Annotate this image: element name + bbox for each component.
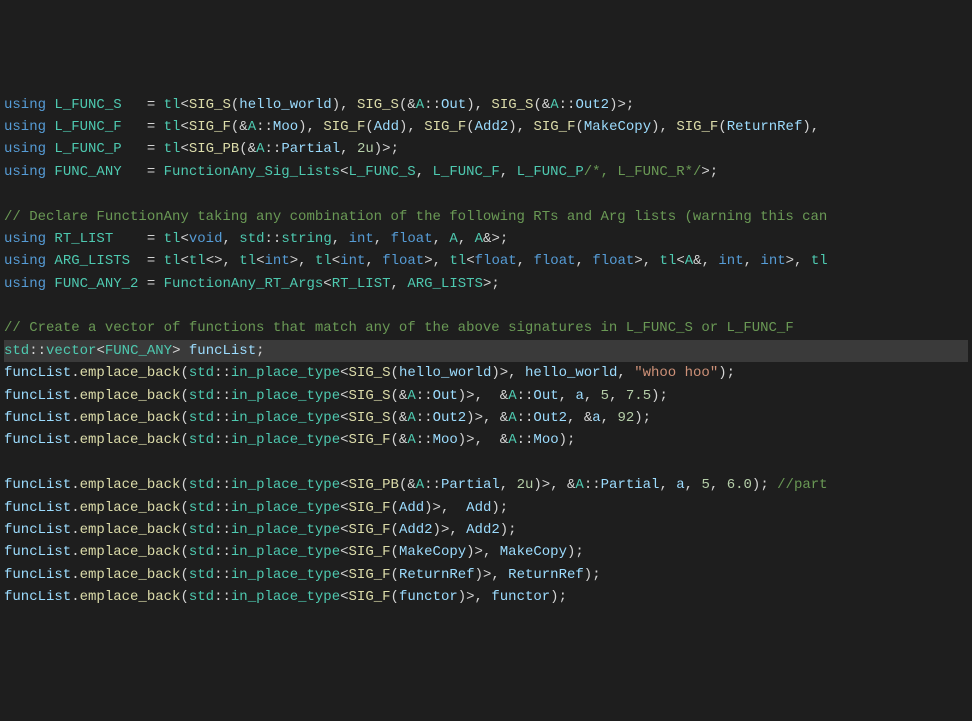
- code-line[interactable]: std::vector<FUNC_ANY> funcList;: [4, 340, 968, 362]
- code-line[interactable]: using L_FUNC_F = tl<SIG_F(&A::Moo), SIG_…: [4, 116, 968, 138]
- code-line[interactable]: [4, 452, 968, 474]
- code-line[interactable]: [4, 295, 968, 317]
- code-line[interactable]: funcList.emplace_back(std::in_place_type…: [4, 564, 968, 586]
- code-line[interactable]: funcList.emplace_back(std::in_place_type…: [4, 541, 968, 563]
- code-line[interactable]: // Declare FunctionAny taking any combin…: [4, 206, 968, 228]
- code-line[interactable]: funcList.emplace_back(std::in_place_type…: [4, 407, 968, 429]
- code-line[interactable]: [4, 183, 968, 205]
- code-line[interactable]: funcList.emplace_back(std::in_place_type…: [4, 362, 968, 384]
- code-line[interactable]: // Create a vector of functions that mat…: [4, 317, 968, 339]
- code-line[interactable]: using ARG_LISTS = tl<tl<>, tl<int>, tl<i…: [4, 250, 968, 272]
- code-line[interactable]: using L_FUNC_P = tl<SIG_PB(&A::Partial, …: [4, 138, 968, 160]
- code-line[interactable]: using L_FUNC_S = tl<SIG_S(hello_world), …: [4, 94, 968, 116]
- code-editor[interactable]: using L_FUNC_S = tl<SIG_S(hello_world), …: [4, 94, 968, 609]
- code-line[interactable]: funcList.emplace_back(std::in_place_type…: [4, 474, 968, 496]
- code-line[interactable]: using RT_LIST = tl<void, std::string, in…: [4, 228, 968, 250]
- code-line[interactable]: using FUNC_ANY_2 = FunctionAny_RT_Args<R…: [4, 273, 968, 295]
- code-line[interactable]: funcList.emplace_back(std::in_place_type…: [4, 586, 968, 608]
- code-line[interactable]: using FUNC_ANY = FunctionAny_Sig_Lists<L…: [4, 161, 968, 183]
- code-line[interactable]: funcList.emplace_back(std::in_place_type…: [4, 429, 968, 451]
- code-line[interactable]: funcList.emplace_back(std::in_place_type…: [4, 385, 968, 407]
- code-line[interactable]: funcList.emplace_back(std::in_place_type…: [4, 519, 968, 541]
